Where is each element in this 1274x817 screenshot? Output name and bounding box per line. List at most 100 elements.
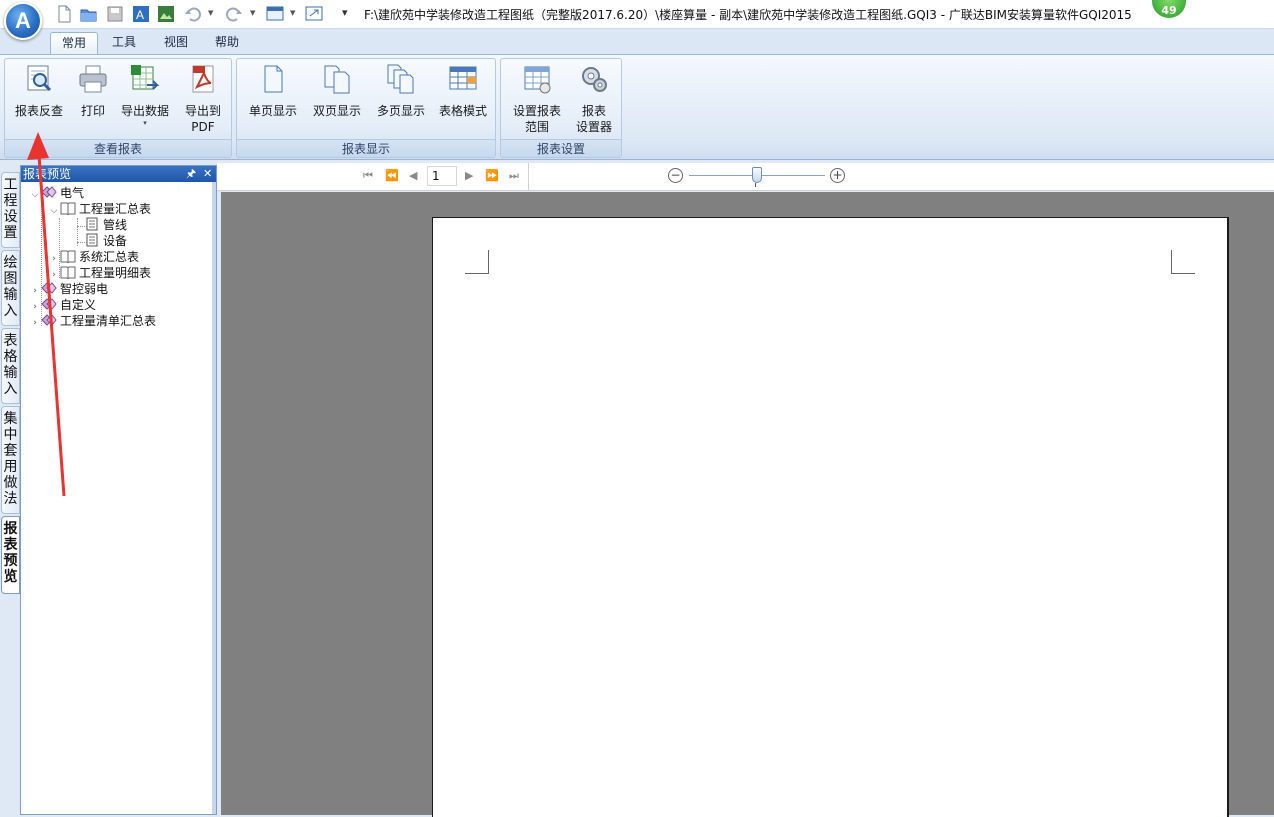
picture-icon[interactable] (157, 5, 175, 23)
ribbon-tab-bar: 常用 工具 视图 帮助 (0, 29, 1274, 54)
redo-dropdown-icon[interactable]: ▼ (250, 9, 255, 17)
title-bar: A A ▼ ▼ ▼ ▾ F:\建欣苑中学装修改造工程图纸（完整版2017.6.2… (0, 0, 1274, 40)
page-number-input[interactable] (427, 166, 457, 186)
left-side-tabs: 工程设置 绘图输入 表格输入 集中套用做法 报表预览 (0, 162, 20, 815)
panel-title: 报表预览 (23, 167, 72, 181)
export-excel-icon[interactable]: A (132, 5, 150, 23)
category-icon (41, 314, 57, 326)
double-page-button[interactable]: 双页显示 (307, 63, 367, 119)
book-icon (60, 250, 76, 263)
preview-toolbar: ⏮ ⏪ ◀ ▶ ⏩ ⏭ − + (217, 163, 1274, 191)
zoom-slider-thumb[interactable] (752, 167, 762, 183)
first-page-icon[interactable]: ⏮ (363, 169, 373, 183)
tree-node-quantity-summary[interactable]: ⌵ 工程量汇总表 (48, 201, 151, 217)
multi-page-icon (387, 64, 414, 94)
group-view-report: 报表反查 打印 导出数据 ▾ 导出到 PDF 查看报表 (4, 58, 232, 158)
printer-icon (79, 65, 107, 93)
export-data-button[interactable]: 导出数据 ▾ (117, 63, 173, 127)
report-page (432, 217, 1229, 817)
print-button[interactable]: 打印 (73, 63, 113, 119)
table-mode-button[interactable]: 表格模式 (435, 63, 491, 119)
redo-icon[interactable] (225, 5, 243, 23)
export-data-dropdown-icon[interactable]: ▾ (117, 119, 173, 127)
tab-tools[interactable]: 工具 (102, 32, 146, 54)
export-pdf-button[interactable]: 导出到 PDF (179, 63, 227, 135)
category-icon (41, 282, 57, 294)
margin-corner-top-right (1171, 250, 1195, 274)
group-report-settings: 设置报表 范围 报表 设置器 报表设置 (500, 58, 622, 158)
prev-fast-icon[interactable]: ⏪ (385, 169, 399, 182)
undo-dropdown-icon[interactable]: ▼ (208, 9, 213, 17)
report-range-button[interactable]: 设置报表 范围 (507, 63, 567, 135)
prev-page-icon[interactable]: ◀ (409, 169, 417, 182)
group-label: 报表显示 (237, 139, 495, 157)
report-range-icon (524, 66, 551, 94)
collapse-icon[interactable]: ⌵ (29, 187, 41, 203)
window-dropdown-icon[interactable]: ▼ (290, 9, 295, 17)
window-icon[interactable] (266, 5, 284, 23)
margin-corner-top-left (465, 250, 489, 274)
tree-node-system-summary[interactable]: › 系统汇总表 (48, 249, 139, 265)
restore-icon[interactable] (305, 5, 323, 23)
double-page-icon (324, 65, 350, 94)
side-tab-table-input[interactable]: 表格输入 (1, 328, 20, 404)
ribbon: 报表反查 打印 导出数据 ▾ 导出到 PDF 查看报表 单页显示 双页显示 多页… (0, 54, 1274, 160)
tree-node-equipment[interactable]: 设备 (84, 233, 127, 249)
tree-node-smart-low-voltage[interactable]: › 智控弱电 (29, 281, 108, 297)
group-label: 查看报表 (5, 139, 231, 157)
save-icon[interactable] (106, 5, 124, 23)
report-preview-panel: 报表预览 🖈 ✕ ⌵ 电气 ⌵ 工程量汇总表 管线 设备 › 系统汇总表 › 工程量明细… (20, 165, 217, 815)
window-title: F:\建欣苑中学装修改造工程图纸（完整版2017.6.20）\楼座算量 - 副本… (364, 8, 1132, 22)
tree-node-electrical[interactable]: ⌵ 电气 (29, 185, 84, 201)
undo-icon[interactable] (184, 5, 202, 23)
side-tab-report-preview[interactable]: 报表预览 (1, 516, 20, 594)
tab-help[interactable]: 帮助 (205, 32, 249, 54)
notification-badge[interactable]: 49 (1150, 0, 1188, 20)
single-page-button[interactable]: 单页显示 (243, 63, 303, 119)
tree-node-custom[interactable]: › 自定义 (29, 297, 96, 313)
book-icon (60, 266, 76, 279)
table-mode-icon (449, 66, 477, 90)
side-tab-drawing-input[interactable]: 绘图输入 (1, 250, 20, 326)
tree-node-bill-summary[interactable]: › 工程量清单汇总表 (29, 313, 156, 329)
report-page-icon (86, 233, 98, 247)
zoom-out-icon[interactable]: − (668, 168, 683, 183)
tab-common[interactable]: 常用 (50, 32, 98, 54)
multi-page-button[interactable]: 多页显示 (371, 63, 431, 119)
single-page-icon (264, 65, 283, 93)
report-settings-button[interactable]: 报表 设置器 (571, 63, 617, 135)
zoom-center-tick (755, 183, 756, 187)
tab-view[interactable]: 视图 (154, 32, 198, 54)
quick-access-customize-icon[interactable]: ▾ (342, 6, 348, 19)
pdf-icon (192, 65, 214, 93)
zoom-in-icon[interactable]: + (830, 168, 845, 183)
next-page-icon[interactable]: ▶ (465, 169, 473, 182)
report-reverse-lookup-icon (27, 65, 52, 92)
report-preview-area (221, 192, 1274, 817)
next-fast-icon[interactable]: ⏩ (485, 169, 499, 182)
book-icon (60, 202, 76, 215)
open-icon[interactable] (80, 5, 98, 23)
last-page-icon[interactable]: ⏭ (509, 169, 519, 183)
report-reverse-lookup-button[interactable]: 报表反查 (11, 63, 67, 119)
side-tab-project-settings[interactable]: 工程设置 (1, 172, 20, 248)
group-label: 报表设置 (501, 139, 621, 157)
tree-node-pipeline[interactable]: 管线 (84, 217, 127, 233)
category-icon (41, 186, 57, 198)
collapse-icon[interactable]: ⌵ (48, 203, 60, 219)
toolbar-separator (528, 163, 529, 191)
category-icon (41, 298, 57, 310)
pin-icon[interactable]: 🖈 (186, 166, 196, 182)
report-page-icon (86, 217, 98, 231)
svg-text:A: A (136, 8, 144, 22)
close-icon[interactable]: ✕ (203, 166, 212, 182)
new-icon[interactable] (55, 5, 73, 23)
panel-scrollbar[interactable] (212, 182, 216, 814)
app-menu-orb[interactable]: A (4, 2, 42, 40)
side-tab-batch-apply-method[interactable]: 集中套用做法 (1, 406, 20, 514)
expand-icon[interactable]: › (29, 315, 41, 331)
group-report-display: 单页显示 双页显示 多页显示 表格模式 报表显示 (236, 58, 496, 158)
export-data-icon (131, 65, 160, 90)
report-settings-icon (582, 67, 607, 92)
tree-node-quantity-detail[interactable]: › 工程量明细表 (48, 265, 151, 281)
